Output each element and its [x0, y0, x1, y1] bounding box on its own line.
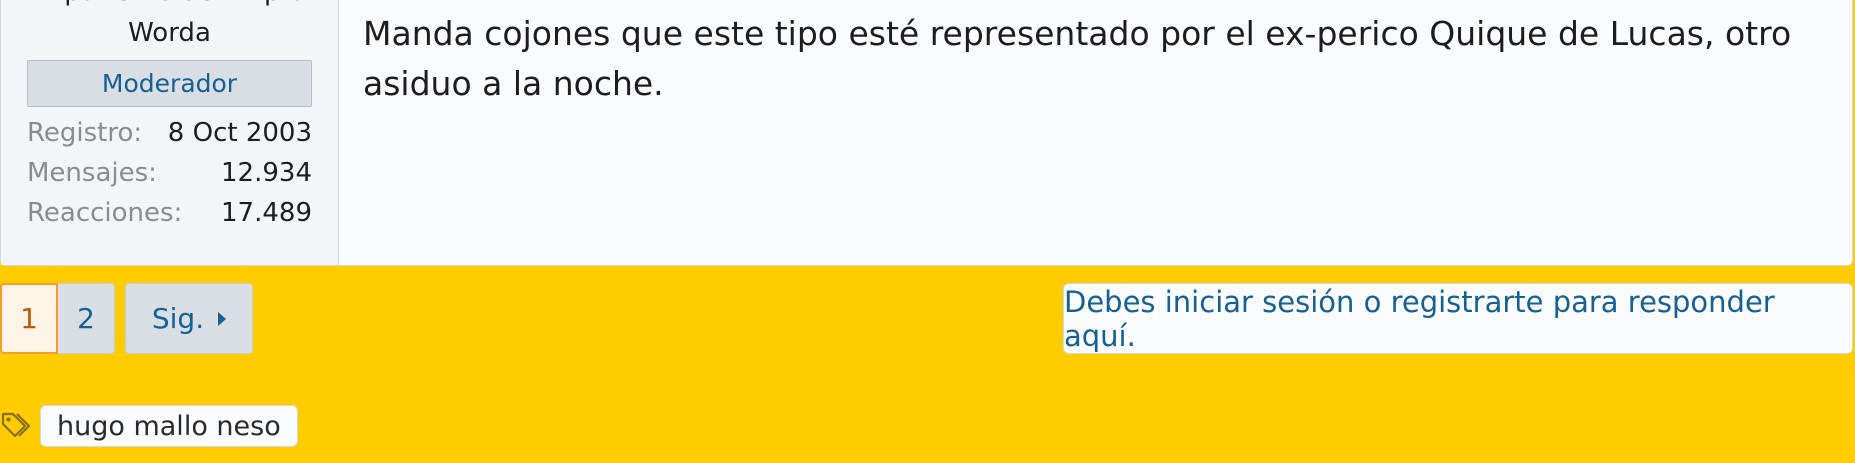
next-page-button[interactable]: Sig.	[125, 283, 253, 354]
user-stats: Registro: 8 Oct 2003 Mensajes: 12.934 Re…	[27, 113, 312, 233]
pagination: 1 2 Sig.	[0, 283, 253, 354]
stat-mensajes: Mensajes: 12.934	[27, 153, 312, 193]
page-button[interactable]: 2	[58, 283, 115, 354]
stat-registro: Registro: 8 Oct 2003	[27, 113, 312, 153]
login-to-reply-button[interactable]: Debes iniciar sesión o registrarte para …	[1063, 283, 1853, 354]
page-button-current[interactable]: 1	[0, 283, 58, 354]
stat-label: Registro:	[27, 118, 143, 148]
stat-value: 8 Oct 2003	[167, 118, 312, 148]
user-info-panel: El pariento de Empta Worda Moderador Reg…	[1, 0, 339, 265]
post-message: El pariento de Empta Worda Moderador Reg…	[0, 0, 1853, 266]
user-title-line-2: Worda	[128, 18, 211, 48]
stat-label: Mensajes:	[27, 158, 157, 188]
tag-chip[interactable]: hugo mallo neso	[40, 405, 298, 447]
role-badge[interactable]: Moderador	[27, 60, 312, 107]
stat-value: 17.489	[221, 198, 312, 228]
stat-label: Reacciones:	[27, 198, 183, 228]
user-title-line-1: El pariento de Empta	[27, 0, 312, 13]
caret-right-icon	[218, 311, 227, 326]
next-page-label: Sig.	[151, 302, 205, 335]
message-body: Manda cojones que este tipo esté represe…	[339, 0, 1852, 265]
stat-reacciones: Reacciones: 17.489	[27, 193, 312, 233]
user-title: El pariento de Empta Worda	[27, 0, 312, 54]
tags-icon	[1, 412, 31, 438]
message-text: Manda cojones que este tipo esté represe…	[363, 14, 1792, 103]
stat-value: 12.934	[221, 158, 312, 188]
